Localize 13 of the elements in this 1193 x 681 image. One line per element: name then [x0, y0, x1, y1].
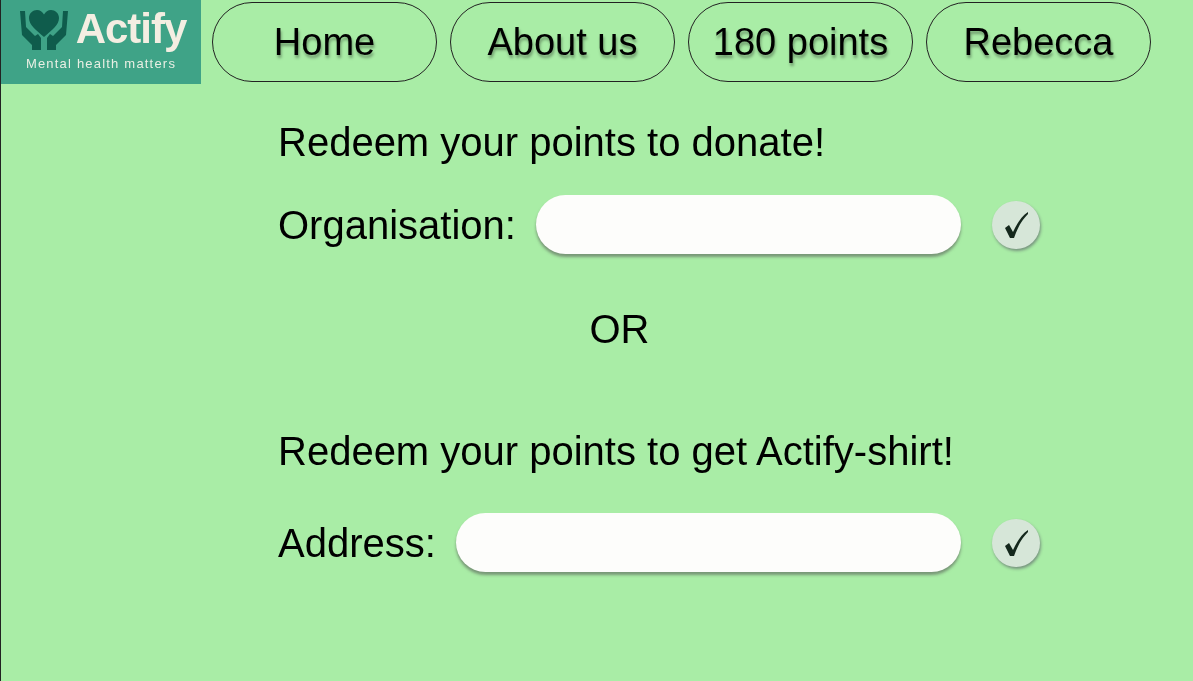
logo-tagline: Mental health matters — [25, 56, 177, 72]
or-separator: OR — [589, 306, 650, 352]
section-heading: Redeem your points to get Actify-shirt! — [278, 428, 954, 474]
section-heading: Redeem your points to donate! — [278, 119, 825, 165]
field-label: Organisation: — [278, 201, 516, 248]
check-icon — [1003, 210, 1029, 239]
check-icon — [1003, 528, 1029, 557]
input-field[interactable] — [535, 195, 961, 254]
field-label: Address: — [278, 519, 436, 566]
input-field[interactable] — [455, 513, 961, 572]
logo-name: Actify — [75, 6, 187, 52]
confirm-button[interactable] — [992, 518, 1040, 567]
confirm-button[interactable] — [992, 200, 1040, 249]
